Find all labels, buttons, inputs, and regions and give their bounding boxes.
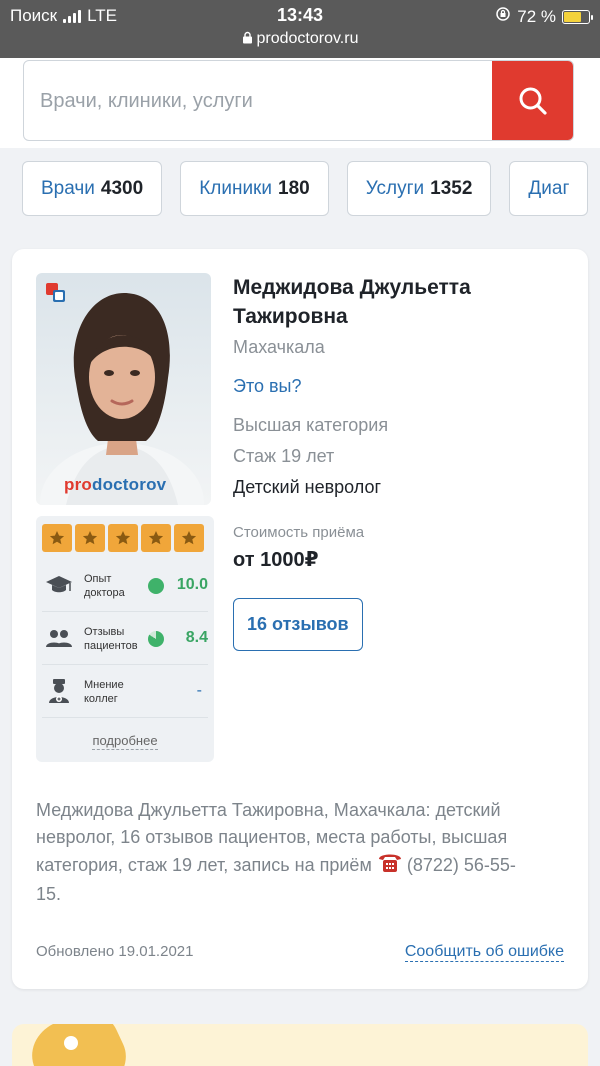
rating-row-colleagues: Мнение коллег -	[42, 666, 208, 718]
score-pie	[148, 631, 164, 647]
rating-row-reviews: Отзывы пациентов 8.4	[42, 613, 208, 665]
price-label: Стоимость приёма	[233, 524, 365, 541]
doctor-experience: Стаж 19 лет	[233, 446, 335, 466]
star-icon	[108, 524, 138, 552]
graduation-cap-icon	[44, 570, 74, 600]
status-bar: Поиск LTE 13:43 prodoctorov.ru 72 %	[0, 0, 600, 58]
prodoctorov-logo-icon	[46, 283, 65, 302]
its-you-link[interactable]: Это вы?	[233, 376, 573, 397]
search-icon	[519, 87, 547, 115]
search-bar	[23, 60, 574, 141]
rating-row-experience: Опыт доктора 10.0	[42, 560, 208, 612]
ratings-panel: Опыт доктора 10.0 Отзывы пациентов 8.4 Мне…	[36, 516, 214, 762]
battery-percent: 72 %	[517, 6, 556, 26]
portrait-illustration	[40, 293, 204, 505]
doctor-icon	[44, 676, 74, 706]
banner-illustration	[21, 1024, 137, 1066]
address-bar[interactable]: prodoctorov.ru	[0, 30, 600, 49]
doctor-photo[interactable]: prodoctorov	[36, 273, 211, 505]
star-icon	[174, 524, 204, 552]
updated-date: Обновлено 19.01.2021	[36, 943, 194, 960]
price-value: от 1000₽	[233, 549, 319, 571]
doctor-info: Меджидова Джульетта Тажировна Махачкала …	[233, 273, 573, 651]
status-right: 72 %	[495, 6, 593, 27]
rating-label: Опыт доктора	[84, 573, 125, 599]
search-button[interactable]	[492, 61, 573, 140]
report-error-link[interactable]: Сообщить об ошибке	[404, 943, 564, 962]
reviews-button[interactable]: 16 отзывов	[233, 598, 363, 651]
category-tabs: Врачи 4300 Клиники 180 Услуги 1352 Диаг	[22, 161, 589, 216]
rating-value: -	[196, 682, 202, 699]
photo-watermark: prodoctorov	[64, 475, 167, 494]
star-rating	[42, 524, 204, 552]
doctor-card: prodoctorov Опыт доктора 10.0 Отзывы пацие…	[12, 249, 588, 989]
rating-value: 10.0	[176, 576, 208, 593]
tab-diagnostics[interactable]: Диаг	[509, 161, 589, 216]
score-dot	[148, 578, 164, 594]
doctor-category: Высшая категория	[233, 415, 389, 435]
rotation-lock-icon	[495, 6, 511, 27]
phone-icon	[377, 851, 403, 881]
tab-services[interactable]: Услуги 1352	[346, 161, 492, 216]
rating-label: Отзывы пациентов	[84, 626, 138, 652]
star-icon	[141, 524, 171, 552]
doctor-description: Меджидова Джульетта Тажировна, Махачкала…	[36, 800, 516, 904]
tab-clinics[interactable]: Клиники 180	[180, 161, 329, 216]
star-icon	[42, 524, 72, 552]
star-icon	[75, 524, 105, 552]
patients-icon	[44, 623, 74, 653]
rating-value: 8.4	[185, 629, 208, 646]
doctor-city: Махачкала	[233, 337, 325, 357]
doctor-name[interactable]: Меджидова Джульетта Тажировна	[233, 273, 573, 331]
url-text: prodoctorov.ru	[256, 30, 359, 47]
more-details-link[interactable]: подробнее	[36, 733, 214, 750]
search-input[interactable]	[40, 61, 490, 140]
rating-label: Мнение коллег	[84, 679, 124, 705]
lock-icon	[242, 31, 253, 49]
promo-banner[interactable]	[12, 1024, 588, 1066]
doctor-specialty[interactable]: Детский невролог	[233, 477, 573, 498]
banner-dot	[64, 1036, 78, 1050]
tab-doctors[interactable]: Врачи 4300	[22, 161, 163, 216]
battery-icon	[562, 9, 593, 24]
